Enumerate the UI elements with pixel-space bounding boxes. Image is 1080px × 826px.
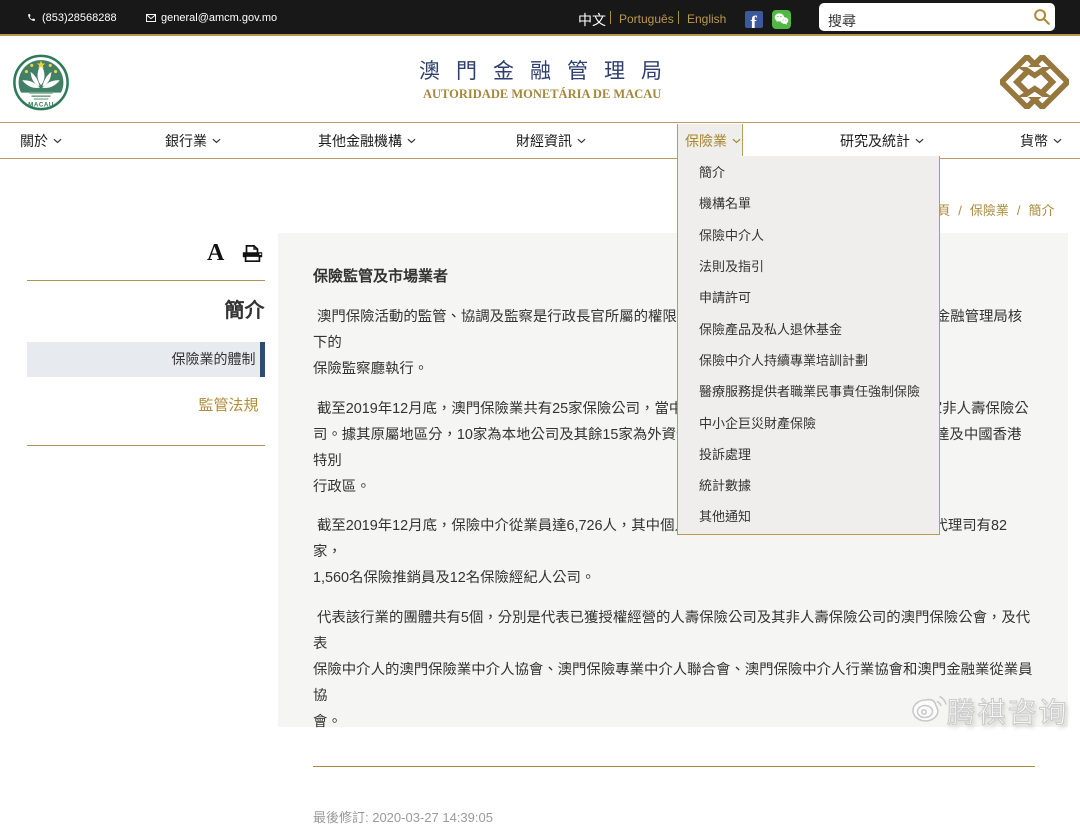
svg-text:MACAU: MACAU: [28, 102, 54, 109]
